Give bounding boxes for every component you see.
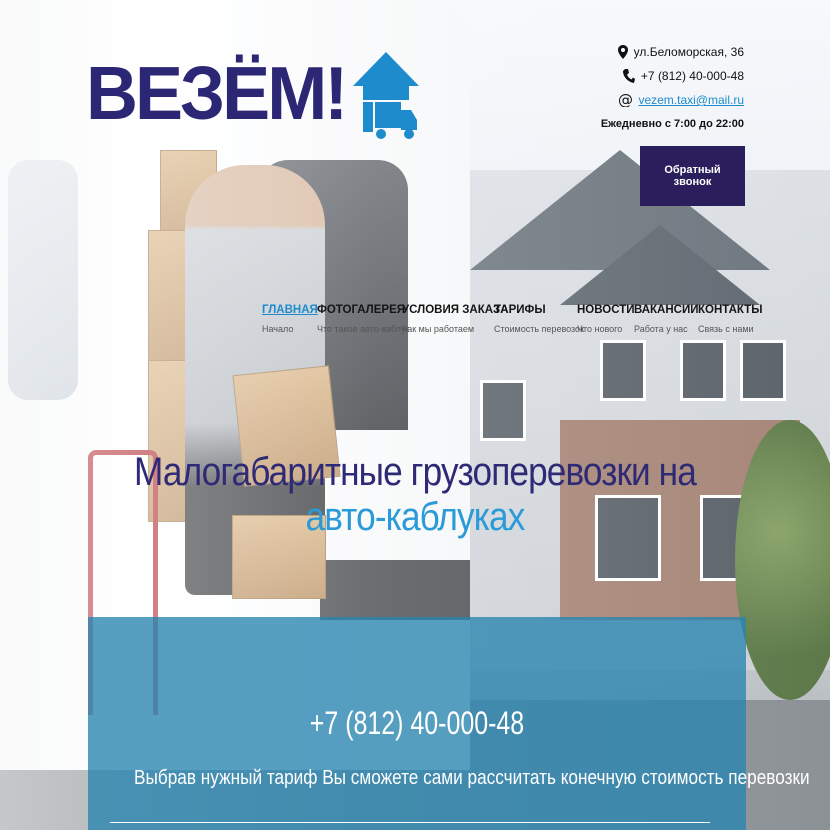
- svg-text:@: @: [618, 93, 632, 107]
- nav-item-conditions[interactable]: УСЛОВИЯ ЗАКАЗА Как мы работаем: [402, 304, 509, 334]
- address-text: ул.Беломорская, 36: [633, 45, 744, 59]
- hero-headline: Малогабаритные грузоперевозки на авто-ка…: [90, 450, 740, 540]
- nav-item-gallery[interactable]: ФОТОГАЛЕРЕЯ Что такое авто-каблук: [317, 304, 409, 334]
- address-row: ул.Беломорская, 36: [601, 40, 744, 64]
- site-logo[interactable]: ВЕЗЁМ!: [86, 52, 421, 142]
- panel-divider: [110, 822, 710, 823]
- hero-panel: +7 (812) 40-000-48 Выбрав нужный тариф В…: [88, 617, 810, 830]
- nav-subtitle: Начало: [262, 324, 294, 334]
- at-sign-icon: @: [618, 93, 632, 107]
- headline-line-2: авто-каблуках: [305, 495, 526, 539]
- phone-text: +7 (812) 40-000-48: [640, 69, 744, 83]
- phone-icon: [622, 69, 635, 83]
- nav-subtitle: Что нового: [577, 324, 623, 334]
- phone-row[interactable]: +7 (812) 40-000-48: [601, 64, 744, 88]
- nav-item-vacancies[interactable]: ВАКАНСИИ Работа у нас: [634, 304, 699, 334]
- email-row[interactable]: @ vezem.taxi@mail.ru: [601, 88, 744, 112]
- nav-title: ТАРИФЫ: [494, 304, 546, 316]
- house-truck-icon: [353, 52, 420, 139]
- nav-title: УСЛОВИЯ ЗАКАЗА: [402, 304, 509, 316]
- map-pin-icon: [617, 45, 628, 59]
- nav-subtitle: Как мы работаем: [402, 324, 475, 334]
- main-nav: ГЛАВНАЯ Начало ФОТОГАЛЕРЕЯ Что такое авт…: [262, 304, 762, 344]
- nav-subtitle: Работа у нас: [634, 324, 688, 334]
- nav-subtitle: Связь с нами: [698, 324, 754, 334]
- nav-item-tariffs[interactable]: ТАРИФЫ Стоимость перевозок: [494, 304, 584, 334]
- headline-line-1: Малогабаритные грузоперевозки на: [134, 450, 697, 494]
- nav-subtitle: Что такое авто-каблук: [317, 324, 410, 334]
- nav-item-contacts[interactable]: КОНТАКТЫ Связь с нами: [698, 304, 762, 334]
- nav-title: НОВОСТИ: [577, 304, 635, 316]
- header-contacts: ул.Беломорская, 36 +7 (812) 40-000-48 @ …: [601, 40, 744, 130]
- nav-title: ФОТОГАЛЕРЕЯ: [317, 304, 406, 316]
- nav-title: КОНТАКТЫ: [698, 304, 763, 316]
- nav-subtitle: Стоимость перевозок: [494, 324, 584, 334]
- nav-item-home[interactable]: ГЛАВНАЯ Начало: [262, 304, 318, 334]
- callback-button[interactable]: Обратный звонок: [640, 146, 745, 206]
- hero-description: Выбрав нужный тариф Вы сможете сами расс…: [134, 767, 810, 789]
- hero-phone[interactable]: +7 (812) 40-000-48: [160, 705, 673, 742]
- nav-title: ГЛАВНАЯ: [262, 304, 318, 316]
- logo-text: ВЕЗЁМ!: [86, 52, 348, 136]
- working-hours: Ежедневно с 7:00 до 22:00: [600, 118, 744, 130]
- nav-title: ВАКАНСИИ: [634, 304, 699, 316]
- nav-item-news[interactable]: НОВОСТИ Что нового: [577, 304, 635, 334]
- email-link[interactable]: vezem.taxi@mail.ru: [638, 93, 744, 107]
- page: ВЕЗЁМ! ул.Беломорская, 36 +7 (812) 40-00…: [0, 0, 830, 830]
